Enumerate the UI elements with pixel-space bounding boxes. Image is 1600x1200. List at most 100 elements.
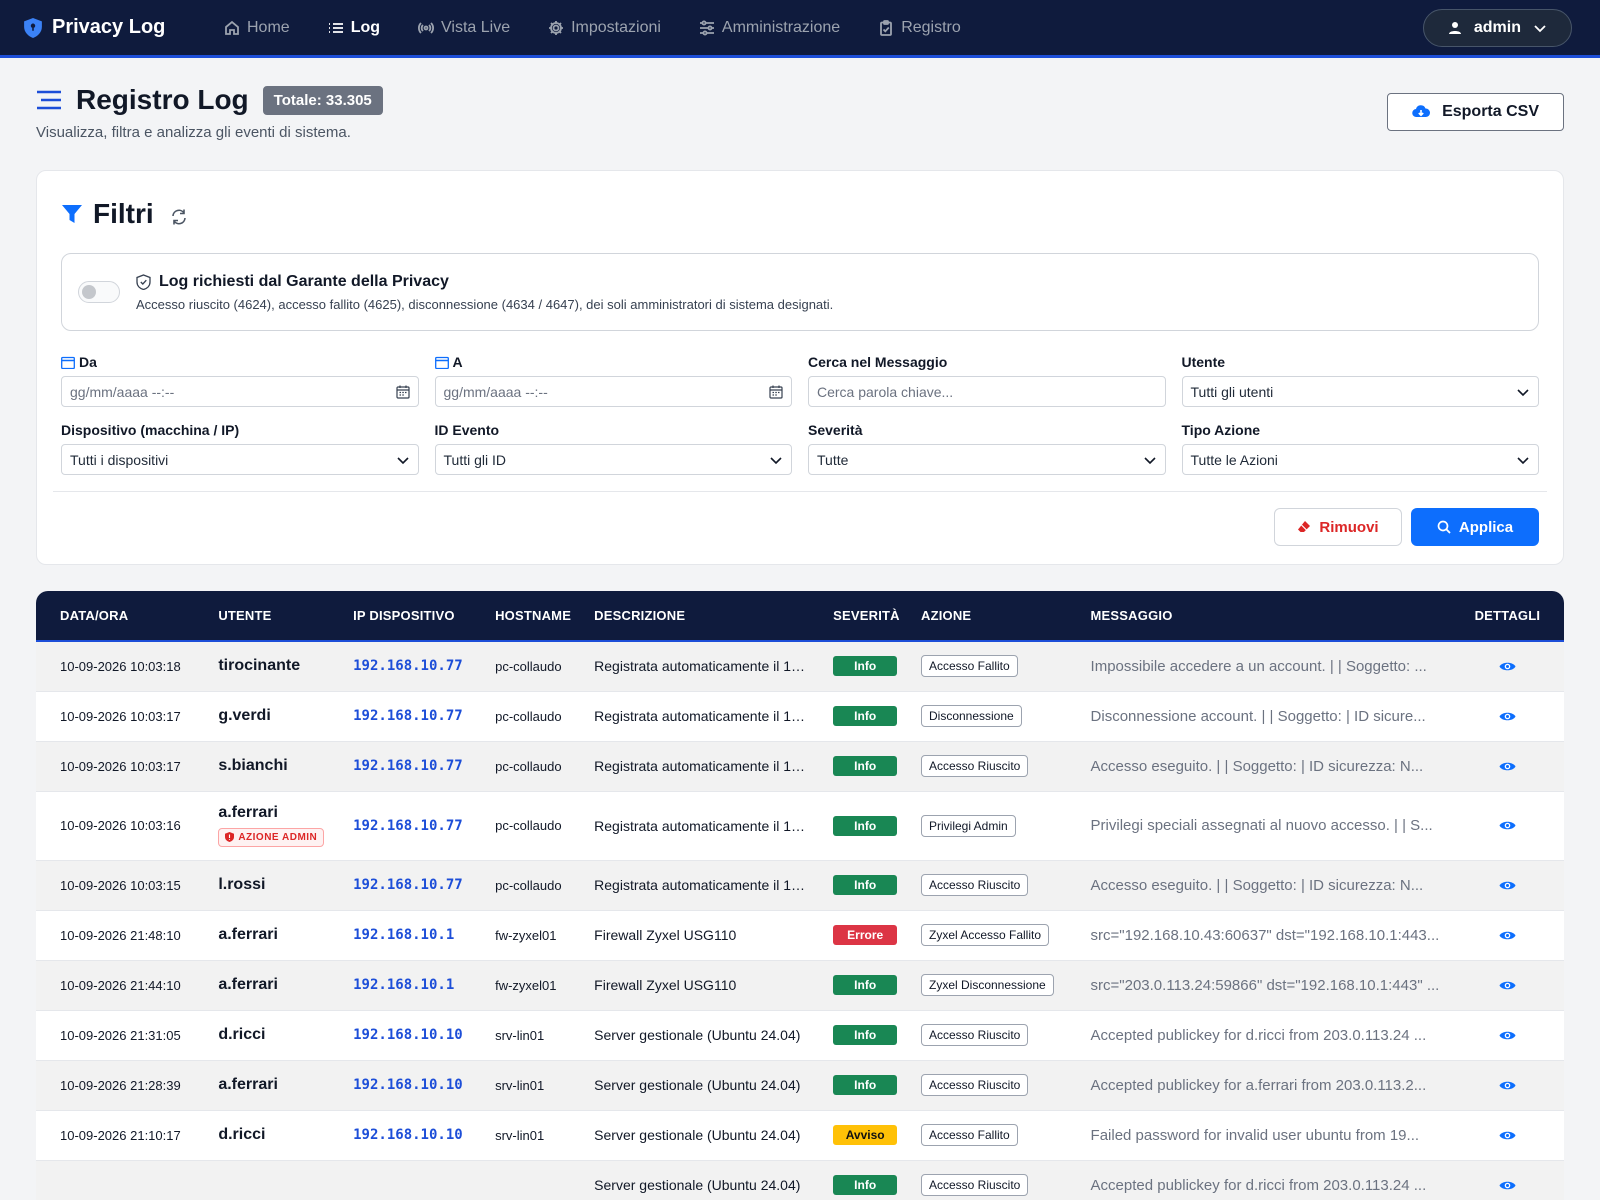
- cell-ip[interactable]: 192.168.10.10: [329, 1060, 472, 1111]
- severity-badge: Info: [833, 815, 897, 836]
- nav-label: Impostazioni: [571, 18, 661, 36]
- cell-user: g.verdi: [194, 691, 330, 742]
- col-header-action[interactable]: AZIONE: [896, 591, 1067, 642]
- table-row[interactable]: 10-09-2026 10:03:17 g.verdi 192.168.10.77 p…: [36, 691, 1564, 742]
- details-button[interactable]: [1475, 710, 1564, 723]
- eye-icon[interactable]: [1499, 819, 1516, 832]
- col-header-datetime[interactable]: DATA/ORA: [36, 591, 195, 642]
- cell-user: a.ferrari: [194, 910, 330, 961]
- cell-message: src="192.168.10.43:60637" dst="192.168.1…: [1066, 910, 1451, 961]
- user-select[interactable]: Tutti gli utenti: [1181, 376, 1539, 407]
- privacy-toggle[interactable]: [78, 281, 120, 303]
- apply-filters-button[interactable]: Applica: [1411, 508, 1539, 546]
- nav-label: Log: [350, 18, 381, 36]
- table-row[interactable]: 10-09-2026 21:44:10 a.ferrari 192.168.10.1…: [36, 960, 1564, 1011]
- eye-icon[interactable]: [1499, 879, 1516, 892]
- broadcast-icon: [418, 21, 435, 34]
- cell-datetime: 10-09-2026 21:28:39: [36, 1060, 195, 1111]
- table-row[interactable]: 10-09-2026 21:48:10 a.ferrari 192.168.10.1…: [36, 910, 1564, 961]
- user-menu-button[interactable]: admin: [1422, 8, 1572, 47]
- col-header-severity[interactable]: SEVERITÀ: [809, 591, 900, 642]
- cell-user: d.ricci: [194, 1010, 330, 1061]
- remove-filters-button[interactable]: Rimuovi: [1274, 508, 1402, 546]
- action-type-select[interactable]: Tutte le Azioni: [1181, 444, 1539, 475]
- cell-ip[interactable]: 192.168.10.1: [329, 960, 472, 1011]
- cell-ip[interactable]: 192.168.10.77: [329, 791, 472, 861]
- eye-icon[interactable]: [1499, 710, 1516, 723]
- eye-icon[interactable]: [1499, 1079, 1516, 1092]
- col-header-user[interactable]: UTENTE: [194, 591, 330, 642]
- nav-item-vista-live[interactable]: Vista Live: [418, 19, 510, 37]
- date-to-input[interactable]: gg/mm/aaaa --:--: [434, 376, 792, 407]
- cell-severity: Info: [809, 1160, 897, 1200]
- cell-ip[interactable]: 192.168.10.77: [329, 860, 472, 911]
- details-button[interactable]: [1475, 979, 1564, 992]
- action-badge: Privilegi Admin: [920, 814, 1016, 837]
- details-button[interactable]: [1475, 929, 1564, 942]
- col-header-hostname[interactable]: HOSTNAME: [471, 591, 571, 642]
- nav-item-amministrazione[interactable]: Amministrazione: [699, 19, 840, 37]
- table-row[interactable]: 10-09-2026 10:03:16 a.ferrari AZIONE ADMIN…: [36, 791, 1564, 861]
- brand[interactable]: Privacy Log: [24, 16, 214, 39]
- calendar-picker-icon[interactable]: [769, 385, 783, 399]
- nav-item-impostazioni[interactable]: Impostazioni: [548, 19, 661, 37]
- field-label-utente: Utente: [1181, 354, 1226, 370]
- cell-message: Accepted publickey for a.ferrari from 20…: [1066, 1060, 1451, 1111]
- details-button[interactable]: [1475, 1129, 1564, 1142]
- details-button[interactable]: [1475, 879, 1564, 892]
- details-button[interactable]: [1475, 660, 1564, 673]
- cell-message: Impossibile accedere a un account. | | S…: [1066, 641, 1451, 692]
- top-navbar: Privacy Log Home Log Vista Live Impostaz…: [0, 0, 1600, 58]
- cell-ip[interactable]: [329, 1160, 472, 1200]
- col-header-description[interactable]: DESCRIZIONE: [570, 591, 810, 642]
- user-icon: [1448, 21, 1461, 34]
- device-select[interactable]: Tutti i dispositivi: [61, 444, 419, 475]
- table-row[interactable]: Server gestionale (Ubuntu 24.04) Info Acce…: [36, 1160, 1564, 1200]
- cell-ip[interactable]: 192.168.10.1: [329, 910, 472, 961]
- eye-icon[interactable]: [1499, 660, 1516, 673]
- eye-icon[interactable]: [1499, 1129, 1516, 1142]
- table-row[interactable]: 10-09-2026 10:03:18 tirocinante 192.168.10…: [36, 641, 1564, 692]
- severity-select[interactable]: Tutte: [808, 444, 1166, 475]
- table-row[interactable]: 10-09-2026 10:03:15 l.rossi 192.168.10.77 p…: [36, 860, 1564, 911]
- cell-ip[interactable]: 192.168.10.10: [329, 1010, 472, 1061]
- nav-item-home[interactable]: Home: [224, 19, 290, 37]
- calendar-picker-icon[interactable]: [395, 385, 410, 399]
- details-button[interactable]: [1475, 1079, 1564, 1092]
- nav-item-registro[interactable]: Registro: [878, 19, 961, 37]
- action-badge: Accesso Riuscito: [920, 1024, 1029, 1046]
- col-header-ip[interactable]: IP DISPOSITIVO: [329, 591, 472, 642]
- cell-ip[interactable]: 192.168.10.77: [329, 641, 472, 692]
- cell-ip[interactable]: 192.168.10.77: [329, 691, 472, 742]
- refresh-icon[interactable]: [170, 208, 188, 226]
- col-header-message[interactable]: MESSAGGIO: [1066, 591, 1451, 642]
- details-button[interactable]: [1475, 819, 1564, 832]
- filters-title: Filtri: [93, 198, 154, 229]
- action-badge: Zyxel Accesso Fallito: [920, 924, 1050, 946]
- eye-icon[interactable]: [1499, 1179, 1516, 1192]
- eye-icon[interactable]: [1499, 979, 1516, 992]
- table-row[interactable]: 10-09-2026 21:10:17 d.ricci 192.168.10.10 s…: [36, 1110, 1564, 1161]
- eye-icon[interactable]: [1499, 760, 1516, 773]
- cell-description: Registrata automaticamente il 10...: [570, 641, 810, 692]
- table-row[interactable]: 10-09-2026 10:03:17 s.bianchi 192.168.10.7…: [36, 741, 1564, 792]
- nav-item-log[interactable]: Log: [328, 19, 380, 37]
- cell-details: [1450, 1010, 1564, 1061]
- eye-icon[interactable]: [1499, 929, 1516, 942]
- table-row[interactable]: 10-09-2026 21:28:39 a.ferrari 192.168.10.1…: [36, 1060, 1564, 1111]
- export-csv-button[interactable]: Esporta CSV: [1387, 93, 1564, 131]
- privacy-description: Accesso riuscito (4624), accesso fallito…: [136, 296, 834, 312]
- table-row[interactable]: 10-09-2026 21:31:05 d.ricci 192.168.10.10 s…: [36, 1010, 1564, 1061]
- eye-icon[interactable]: [1499, 1029, 1516, 1042]
- details-button[interactable]: [1475, 1029, 1564, 1042]
- date-from-input[interactable]: gg/mm/aaaa --:--: [61, 376, 419, 407]
- event-id-select[interactable]: Tutti gli ID: [434, 444, 792, 475]
- cell-user: tirocinante: [194, 641, 330, 692]
- details-button[interactable]: [1475, 1179, 1564, 1192]
- cell-datetime: 10-09-2026 10:03:15: [36, 860, 195, 911]
- details-button[interactable]: [1475, 760, 1564, 773]
- cell-ip[interactable]: 192.168.10.10: [329, 1110, 472, 1161]
- cell-message: Accepted publickey for d.ricci from 203.…: [1066, 1010, 1451, 1061]
- cell-ip[interactable]: 192.168.10.77: [329, 741, 472, 792]
- search-message-input[interactable]: Cerca parola chiave...: [808, 376, 1166, 407]
